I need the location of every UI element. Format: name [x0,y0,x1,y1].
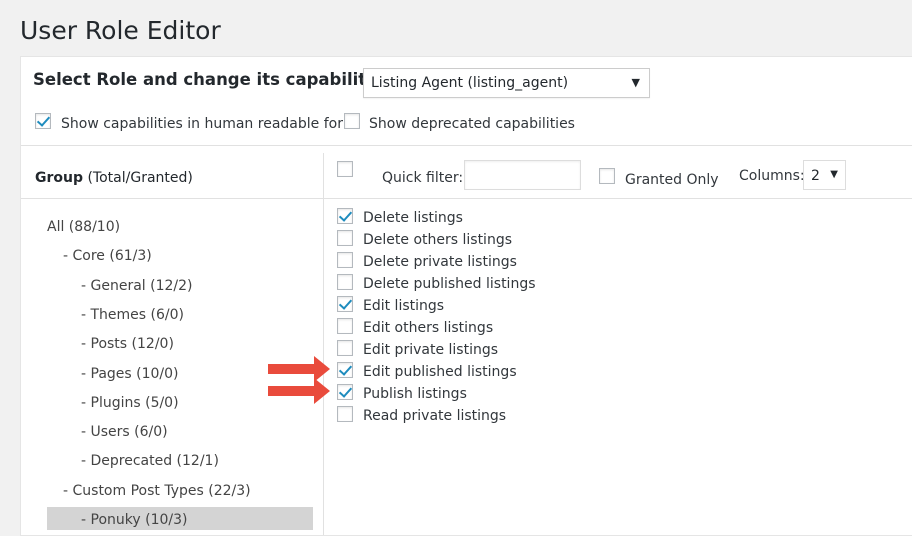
tree-item[interactable]: - Plugins (5/0) [81,395,179,411]
capability-checkbox[interactable] [337,274,353,290]
group-header: Group (Total/Granted) [35,170,193,186]
chevron-down-icon: ▼ [830,169,838,180]
group-header-sub: (Total/Granted) [83,170,193,186]
role-select[interactable]: Listing Agent (listing_agent) ▼ [363,68,650,98]
chevron-down-icon: ▼ [631,76,640,89]
tree-item[interactable]: - Themes (6/0) [81,307,184,323]
capability-checkbox[interactable] [337,252,353,268]
capability-checkbox[interactable] [337,362,353,378]
column-divider [323,153,324,535]
tree-item[interactable]: - Posts (12/0) [81,336,174,352]
tree-item[interactable]: - Custom Post Types (22/3) [63,483,251,499]
capability-label[interactable]: Read private listings [363,408,506,424]
page-title: User Role Editor [20,16,221,45]
tree-item[interactable]: - Core (61/3) [63,248,152,264]
role-editor-panel: Select Role and change its capabilities:… [20,56,912,536]
capability-label[interactable]: Edit private listings [363,342,498,358]
tree-item[interactable]: - General (12/2) [81,278,193,294]
capability-label[interactable]: Delete private listings [363,254,517,270]
capability-checkbox[interactable] [337,384,353,400]
columns-select[interactable]: 2 ▼ [803,160,846,190]
divider [21,198,912,199]
deprecated-checkbox[interactable] [344,113,360,129]
capability-label[interactable]: Delete others listings [363,232,512,248]
columns-label: Columns: [739,168,805,184]
capability-checkbox[interactable] [337,406,353,422]
tree-item[interactable]: - Deprecated (12/1) [81,453,219,469]
capability-label[interactable]: Delete listings [363,210,463,226]
capability-checkbox[interactable] [337,208,353,224]
divider [21,145,912,146]
select-all-checkbox[interactable] [337,161,353,177]
capability-label[interactable]: Publish listings [363,386,467,402]
role-select-label: Select Role and change its capabilities: [33,70,400,89]
human-readable-label: Show capabilities in human readable form [61,116,357,132]
deprecated-label: Show deprecated capabilities [369,116,575,132]
quick-filter-input[interactable] [464,160,581,190]
red-arrow-icon [268,378,330,404]
group-header-title: Group [35,170,84,186]
tree-item[interactable]: All (88/10) [47,219,120,235]
red-arrow-icon [268,356,330,382]
capability-label[interactable]: Delete published listings [363,276,536,292]
capability-label[interactable]: Edit others listings [363,320,493,336]
capability-label[interactable]: Edit published listings [363,364,517,380]
tree-item[interactable]: - Pages (10/0) [81,366,179,382]
tree-item[interactable]: - Ponuky (10/3) [81,512,187,528]
role-select-value: Listing Agent (listing_agent) [371,75,569,91]
quick-filter-label: Quick filter: [382,170,464,186]
capability-checkbox[interactable] [337,230,353,246]
granted-only-checkbox[interactable] [599,168,615,184]
capability-label[interactable]: Edit listings [363,298,444,314]
tree-item[interactable]: - Users (6/0) [81,424,168,440]
human-readable-checkbox[interactable] [35,113,51,129]
capability-checkbox[interactable] [337,296,353,312]
capability-checkbox[interactable] [337,340,353,356]
capability-checkbox[interactable] [337,318,353,334]
highlight-arrows [268,356,330,404]
granted-only-label: Granted Only [625,172,719,188]
columns-value: 2 [811,168,820,184]
